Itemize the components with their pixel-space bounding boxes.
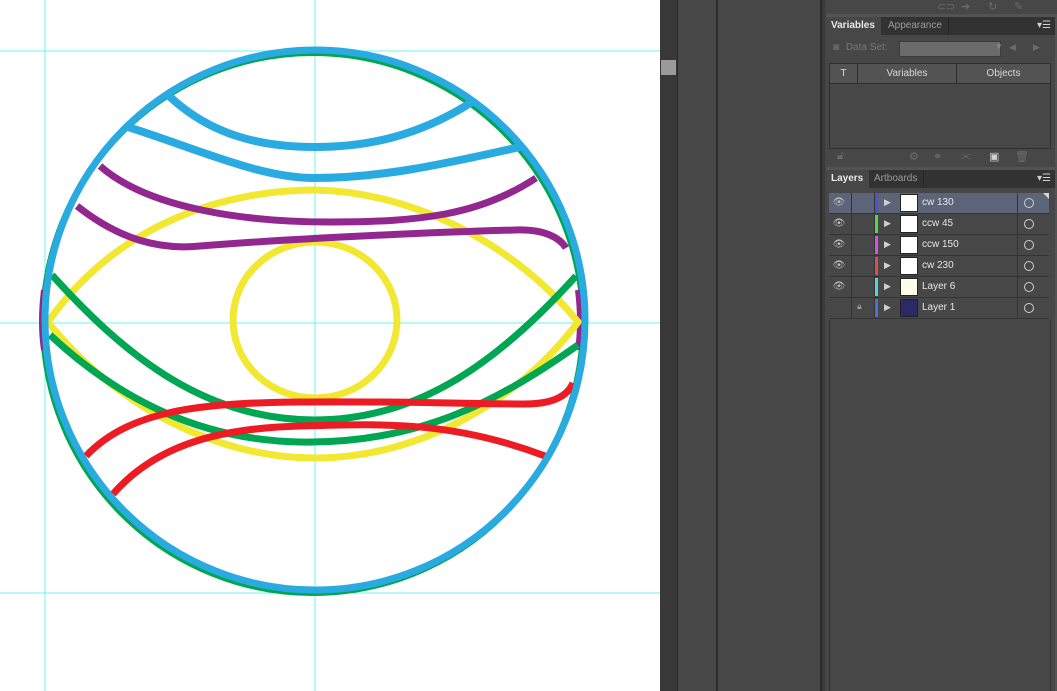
target-circle-icon — [1024, 219, 1034, 229]
unbind-icon[interactable]: ⫘ — [961, 150, 971, 163]
expand-triangle-icon[interactable]: ▶ — [884, 218, 891, 229]
make-visibility-dynamic-icon[interactable]: ⚭ — [933, 150, 942, 163]
blue-band[interactable] — [165, 92, 475, 152]
edit-icon[interactable]: ✎ — [1014, 0, 1023, 13]
place-icon[interactable]: ➔ — [961, 0, 970, 13]
collapsed-panel-column — [718, 0, 822, 691]
tab-appearance[interactable]: Appearance — [882, 17, 949, 35]
layer-color-swatch — [875, 278, 878, 296]
layer-row[interactable]: 👁︎ ▶ ccw 45 — [829, 214, 1049, 235]
lock-toggle[interactable] — [851, 193, 875, 213]
top-panel-toolbar: ⊂⊃ ➔ ↻ ✎ — [825, 0, 1057, 14]
column-header-objects[interactable]: Objects — [957, 64, 1050, 84]
lock-icon[interactable]: 🔒︎ — [857, 301, 862, 312]
expand-triangle-icon[interactable]: ▶ — [884, 302, 891, 313]
eye-icon[interactable]: 👁︎ — [832, 217, 846, 231]
eye-icon[interactable]: 👁︎ — [832, 196, 846, 210]
artwork — [0, 0, 660, 691]
layer-thumbnail — [900, 236, 918, 254]
lock-toggle[interactable] — [851, 235, 875, 255]
collapsed-panel-column — [678, 0, 718, 691]
layer-thumbnail — [900, 257, 918, 275]
layer-thumbnail — [900, 299, 918, 317]
eye-icon[interactable]: 👁︎ — [832, 238, 846, 252]
link-icon[interactable]: ⊂⊃ — [937, 0, 955, 13]
delete-icon[interactable]: 🗑︎ — [1015, 150, 1029, 163]
target-circle-icon — [1024, 282, 1034, 292]
layer-color-swatch — [875, 236, 878, 254]
tab-artboards[interactable]: Artboards — [868, 170, 925, 188]
eye-icon[interactable]: 👁︎ — [832, 259, 846, 273]
previous-dataset-icon[interactable]: ◀ — [1009, 42, 1016, 53]
variables-panel: Variables Appearance ▾☰ ◙ Data Set: ▼ ◀ … — [825, 17, 1055, 167]
layer-thumbnail — [900, 215, 918, 233]
expand-triangle-icon[interactable]: ▶ — [884, 239, 891, 250]
lock-toggle[interactable] — [851, 298, 875, 318]
current-layer-indicator — [1043, 193, 1049, 199]
target-circle-icon — [1024, 303, 1034, 313]
layers-empty-area — [829, 320, 1051, 691]
layer-row[interactable]: 🔒︎ ▶ Layer 1 — [829, 298, 1049, 319]
scrollbar-thumb[interactable] — [661, 60, 676, 75]
target-toggle[interactable] — [1017, 256, 1050, 276]
target-circle-icon — [1024, 198, 1034, 208]
layers-tabstrip: Layers Artboards ▾☰ — [825, 170, 1055, 188]
tab-variables[interactable]: Variables — [825, 17, 881, 35]
layer-thumbnail — [900, 194, 918, 212]
target-toggle[interactable] — [1017, 298, 1050, 318]
sync-icon[interactable]: ↻ — [988, 0, 997, 13]
layers-panel: Layers Artboards ▾☰ 👁︎ ▶ cw 130 👁︎ ▶ ccw… — [825, 170, 1055, 691]
dataset-row: ◙ Data Set: ▼ — [833, 41, 1003, 57]
vertical-scrollbar[interactable] — [660, 0, 678, 691]
layer-color-swatch — [875, 215, 878, 233]
panel-menu-icon[interactable]: ▾☰ — [1037, 173, 1051, 184]
panel-menu-icon[interactable]: ▾☰ — [1037, 20, 1051, 31]
eye-toggle-hidden[interactable] — [832, 301, 846, 315]
layer-row[interactable]: 👁︎ ▶ ccw 150 — [829, 235, 1049, 256]
expand-triangle-icon[interactable]: ▶ — [884, 260, 891, 271]
lock-toggle[interactable] — [851, 277, 875, 297]
dataset-select[interactable] — [899, 41, 1001, 57]
layer-color-swatch — [875, 194, 878, 212]
target-toggle[interactable] — [1017, 277, 1050, 297]
layer-color-swatch — [875, 299, 878, 317]
lock-toggle[interactable] — [851, 214, 875, 234]
layer-row[interactable]: 👁︎ ▶ cw 230 — [829, 256, 1049, 277]
column-header-variables[interactable]: Variables — [858, 64, 957, 84]
make-object-dynamic-icon[interactable]: ⚙ — [909, 150, 919, 163]
variables-table: T Variables Objects — [829, 63, 1051, 149]
eye-icon[interactable]: 👁︎ — [832, 280, 846, 294]
camera-icon[interactable]: ◙ — [833, 42, 839, 53]
expand-triangle-icon[interactable]: ▶ — [884, 281, 891, 292]
layer-name[interactable]: Layer 1 — [922, 298, 955, 318]
chevron-down-icon[interactable]: ▼ — [995, 42, 1003, 51]
lock-toggle[interactable] — [851, 256, 875, 276]
target-toggle[interactable] — [1017, 214, 1050, 234]
layer-row[interactable]: 👁︎ ▶ Layer 6 — [829, 277, 1049, 298]
variables-tabstrip: Variables Appearance ▾☰ — [825, 17, 1055, 35]
dataset-label: Data Set: — [845, 42, 888, 53]
layer-name[interactable]: ccw 45 — [922, 214, 953, 234]
target-circle-icon — [1024, 240, 1034, 250]
expand-triangle-icon[interactable]: ▶ — [884, 197, 891, 208]
layer-name[interactable]: cw 230 — [922, 256, 954, 276]
new-variable-icon[interactable]: ▣ — [989, 150, 999, 163]
target-circle-icon — [1024, 261, 1034, 271]
layer-name[interactable]: ccw 150 — [922, 235, 959, 255]
lock-icon[interactable]: 🔓︎ — [837, 150, 844, 163]
target-toggle[interactable] — [1017, 235, 1050, 255]
tab-layers[interactable]: Layers — [825, 170, 870, 188]
blue-band[interactable] — [126, 123, 521, 183]
column-header-type[interactable]: T — [830, 64, 858, 84]
artboard-canvas[interactable] — [0, 0, 660, 691]
layer-row[interactable]: 👁︎ ▶ cw 130 — [829, 193, 1049, 214]
next-dataset-icon[interactable]: ▶ — [1033, 42, 1040, 53]
layer-thumbnail — [900, 278, 918, 296]
layer-color-swatch — [875, 257, 878, 275]
layer-name[interactable]: Layer 6 — [922, 277, 955, 297]
layer-name[interactable]: cw 130 — [922, 193, 954, 213]
